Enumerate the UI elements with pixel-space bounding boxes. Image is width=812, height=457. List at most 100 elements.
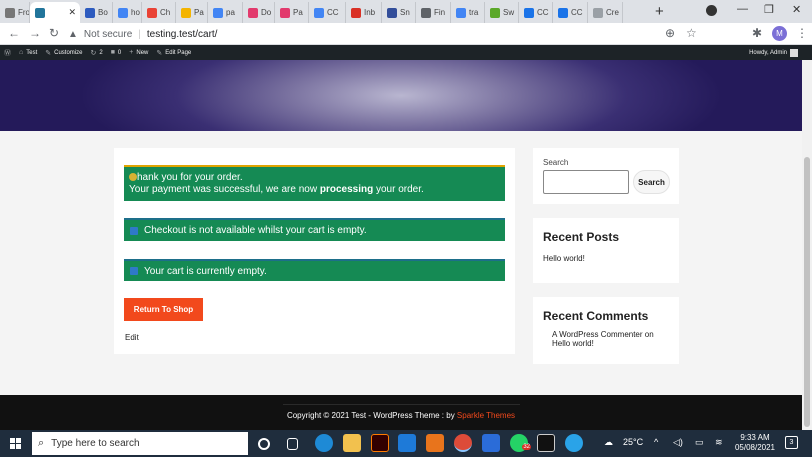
return-to-shop-button[interactable]: Return To Shop xyxy=(124,298,203,321)
bookmark-star-icon[interactable]: ☆ xyxy=(686,26,697,40)
browser-tab[interactable]: ✕ xyxy=(30,2,80,23)
browser-tab[interactable]: Cre xyxy=(588,2,623,23)
checkout-unavailable-text: Checkout is not available whilst your ca… xyxy=(144,225,367,236)
notifications-icon[interactable]: 3 xyxy=(785,436,798,449)
chrome-icon[interactable] xyxy=(454,434,472,452)
forward-button[interactable]: → xyxy=(29,26,41,40)
success-message-line2-end: your order. xyxy=(373,184,424,195)
taskbar-clock[interactable]: 9:33 AM 05/08/2021 xyxy=(733,433,777,453)
browser-tab[interactable]: Sw xyxy=(485,2,519,23)
battery-icon[interactable]: ▭ xyxy=(695,437,704,448)
search-button[interactable]: Search xyxy=(633,170,670,194)
tab-favicon-icon xyxy=(456,7,466,18)
tab-favicon-icon xyxy=(213,7,223,18)
extensions-icon[interactable]: ✱ xyxy=(752,26,762,40)
admin-edit-page[interactable]: ✎ Edit Page xyxy=(156,49,191,57)
zoom-icon[interactable]: ⊕ xyxy=(665,26,675,40)
admin-site-name[interactable]: ⌂ Test xyxy=(19,49,37,56)
notice-star-icon xyxy=(129,173,137,181)
browser-tab[interactable]: CC xyxy=(553,2,588,23)
theme-author-link[interactable]: Sparkle Themes xyxy=(457,411,515,420)
admin-comments[interactable]: ■ 0 xyxy=(111,49,122,56)
browser-tab[interactable]: tra xyxy=(451,2,485,23)
tab-favicon-icon xyxy=(387,7,397,18)
recent-comment-link[interactable]: A WordPress Commenter on Hello world! xyxy=(552,330,672,348)
scrollbar-thumb[interactable] xyxy=(804,157,810,427)
admin-new[interactable]: + New xyxy=(129,49,148,56)
volume-icon[interactable]: ◁) xyxy=(673,437,683,448)
weather-icon[interactable]: ☁ xyxy=(604,437,613,448)
edge-icon[interactable] xyxy=(315,434,333,452)
browser-tab[interactable]: pa xyxy=(208,2,243,23)
plus-icon: + xyxy=(129,49,134,56)
tab-title: Fin xyxy=(434,8,446,17)
taskbar-search-placeholder: Type here to search xyxy=(51,438,140,449)
restore-button[interactable]: ❐ xyxy=(764,3,774,16)
updates-icon: ↻ xyxy=(90,49,97,57)
reload-button[interactable]: ↻ xyxy=(49,26,59,40)
tab-title: Fro xyxy=(18,8,30,17)
windows-start-icon[interactable] xyxy=(10,438,21,449)
browser-tab[interactable]: Inb xyxy=(346,2,382,23)
profile-avatar[interactable]: M xyxy=(772,26,787,41)
weather-temp[interactable]: 25°C xyxy=(623,437,643,447)
wifi-icon[interactable]: ≋ xyxy=(715,437,723,448)
url-text[interactable]: testing.test/cart/ xyxy=(147,29,218,40)
browser-tab[interactable]: Pa xyxy=(275,2,309,23)
page-scrollbar[interactable] xyxy=(802,60,812,430)
taskbar-search-box[interactable]: ⌕ Type here to search xyxy=(32,432,248,455)
search-input[interactable] xyxy=(543,170,629,194)
tab-favicon-icon xyxy=(593,7,603,18)
browser-tab[interactable]: CC xyxy=(309,2,346,23)
vscode-icon[interactable] xyxy=(398,434,416,452)
tab-title: CC xyxy=(327,8,339,17)
browser-tab[interactable]: Ch xyxy=(142,2,176,23)
tab-favicon-icon xyxy=(35,7,45,18)
task-view-icon[interactable] xyxy=(287,438,298,450)
browser-tab[interactable]: Do xyxy=(243,2,275,23)
browser-tab[interactable]: Fin xyxy=(416,2,451,23)
browser-tab[interactable]: ho xyxy=(113,2,142,23)
admin-customize[interactable]: ✎ Customize xyxy=(45,49,82,57)
search-label: Search xyxy=(543,158,569,167)
cortana-icon[interactable] xyxy=(258,438,270,450)
browser-tab[interactable]: Bo xyxy=(80,2,113,23)
admin-account[interactable]: Howdy, Admin xyxy=(749,48,798,57)
browser-tab[interactable]: Sn xyxy=(382,2,416,23)
word-icon[interactable] xyxy=(482,434,500,452)
footer-copyright: Copyright © 2021 Test - WordPress Theme … xyxy=(0,411,802,420)
clock-time: 9:33 AM xyxy=(740,433,770,442)
whatsapp-icon[interactable]: 32 xyxy=(510,434,531,452)
app-icon[interactable] xyxy=(565,434,583,452)
file-explorer-icon[interactable] xyxy=(343,434,361,452)
tray-chevron-icon[interactable]: ^ xyxy=(654,437,658,447)
terminal-icon[interactable] xyxy=(537,434,555,452)
browser-tab[interactable]: Fro xyxy=(0,2,30,23)
tab-title: Inb xyxy=(364,8,376,17)
tab-title: Pa xyxy=(194,8,204,17)
browser-tab[interactable]: CC xyxy=(519,2,553,23)
minimize-button[interactable]: — xyxy=(737,3,748,15)
info-icon xyxy=(130,267,138,275)
admin-updates[interactable]: ↻ 2 xyxy=(90,49,102,57)
comment-icon: ■ xyxy=(110,49,115,56)
address-bar[interactable]: ▲ Not secure | testing.test/cart/ xyxy=(68,26,678,42)
tab-favicon-icon xyxy=(558,7,568,18)
tab-close-icon[interactable]: ✕ xyxy=(68,7,76,18)
wordpress-logo-icon[interactable]: Ⓦ xyxy=(4,48,11,58)
cart-empty-text: Your cart is currently empty. xyxy=(144,265,267,277)
illustrator-icon[interactable] xyxy=(371,434,389,452)
recent-post-link[interactable]: Hello world! xyxy=(543,254,585,263)
edit-link[interactable]: Edit xyxy=(125,333,139,342)
sublime-icon[interactable] xyxy=(426,434,444,452)
browser-tab[interactable]: Pa xyxy=(176,2,208,23)
tab-search-icon[interactable] xyxy=(706,5,717,16)
tab-title: CC xyxy=(571,8,583,17)
tab-title: Cre xyxy=(606,8,619,17)
site-header-banner xyxy=(0,60,802,131)
cart-content-card: hank you for your order. Your payment wa… xyxy=(114,148,515,354)
new-tab-button[interactable]: + xyxy=(655,3,664,20)
back-button[interactable]: ← xyxy=(8,26,20,40)
close-window-button[interactable]: ✕ xyxy=(792,3,801,16)
chrome-menu-icon[interactable]: ⋮ xyxy=(796,26,808,40)
